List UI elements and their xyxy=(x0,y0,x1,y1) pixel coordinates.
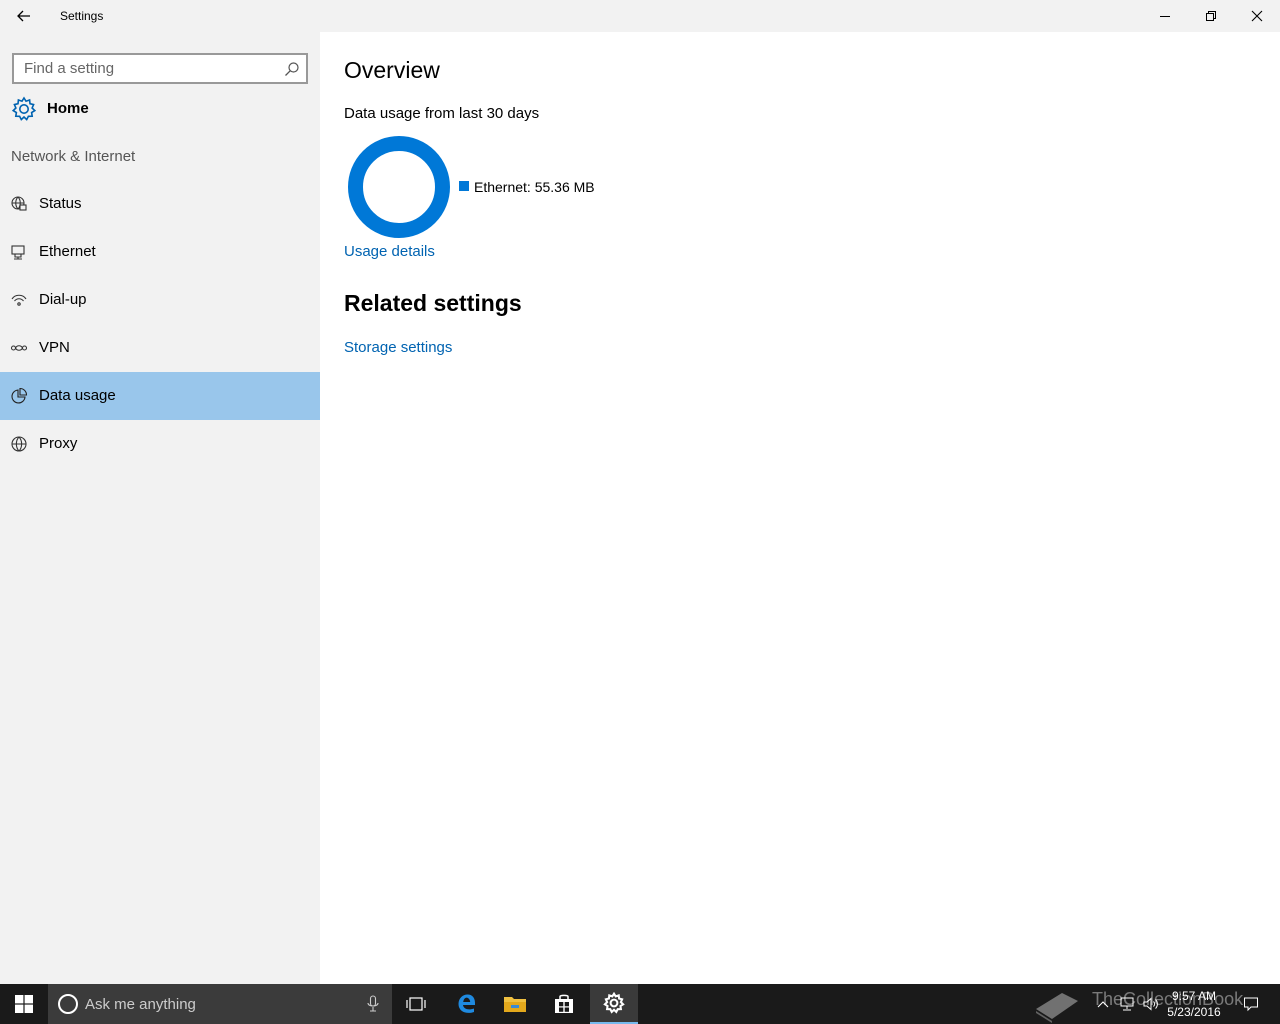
search-input[interactable] xyxy=(14,55,276,82)
sidebar-item-label: Status xyxy=(39,195,82,212)
overview-title: Overview xyxy=(344,57,440,83)
speaker-icon xyxy=(1143,997,1158,1011)
usage-details-link[interactable]: Usage details xyxy=(344,243,435,260)
restore-button[interactable] xyxy=(1188,0,1234,32)
search-icon[interactable] xyxy=(284,61,300,77)
chevron-up-icon xyxy=(1097,1001,1109,1008)
cortana-search-placeholder: Ask me anything xyxy=(85,996,196,1013)
close-icon xyxy=(1251,10,1263,22)
edge-browser-icon xyxy=(458,994,476,1013)
window-title: Settings xyxy=(60,9,104,23)
ethernet-icon xyxy=(11,245,25,260)
globe-icon xyxy=(11,436,27,452)
file-explorer-icon xyxy=(504,997,526,1012)
book-logo-icon xyxy=(1036,993,1078,1023)
clock[interactable]: 9:57 AM 5/23/2016 xyxy=(1162,988,1226,1020)
legend-label-ethernet: Ethernet: 55.36 MB xyxy=(474,179,595,195)
microphone-icon[interactable] xyxy=(366,995,380,1013)
home-link[interactable]: Home xyxy=(0,92,320,126)
sidebar-item-label: Proxy xyxy=(39,435,78,452)
sidebar-item-vpn[interactable]: VPN xyxy=(0,324,320,372)
edge-button[interactable] xyxy=(443,984,491,1024)
usage-subtitle: Data usage from last 30 days xyxy=(344,105,540,122)
sidebar: Home Network & Internet Status Ethernet xyxy=(0,32,320,984)
settings-gear-icon xyxy=(603,992,625,1014)
back-arrow-icon xyxy=(17,10,30,22)
gear-icon xyxy=(11,96,37,121)
section-title: Network & Internet xyxy=(11,148,136,165)
settings-taskbar-button[interactable] xyxy=(590,984,638,1024)
data-usage-icon xyxy=(11,387,28,404)
sidebar-item-data-usage[interactable]: Data usage xyxy=(0,372,320,420)
restore-icon xyxy=(1206,11,1216,21)
taskbar: Ask me anything TheCollectionBook 9:57 A… xyxy=(0,984,1280,1024)
vpn-icon xyxy=(10,345,28,351)
notification-icon xyxy=(1244,997,1258,1012)
file-explorer-button[interactable] xyxy=(491,984,539,1024)
sidebar-item-proxy[interactable]: Proxy xyxy=(0,420,320,468)
clock-time: 9:57 AM xyxy=(1171,989,1217,1003)
sidebar-item-label: Dial-up xyxy=(39,291,87,308)
title-bar: Settings xyxy=(0,0,1280,32)
volume-tray-button[interactable] xyxy=(1140,984,1162,1024)
sidebar-item-label: VPN xyxy=(39,339,70,356)
network-tray-button[interactable] xyxy=(1116,984,1138,1024)
sidebar-item-ethernet[interactable]: Ethernet xyxy=(0,228,320,276)
show-hidden-icons-button[interactable] xyxy=(1092,984,1114,1024)
donut-slice-ethernet xyxy=(348,136,450,238)
network-tray-icon xyxy=(1120,997,1134,1011)
store-button[interactable] xyxy=(540,984,588,1024)
task-view-button[interactable] xyxy=(392,984,440,1024)
search-box[interactable] xyxy=(12,53,308,84)
store-bag-icon xyxy=(555,994,573,1013)
sidebar-item-status[interactable]: Status xyxy=(0,180,320,228)
clock-date: 5/23/2016 xyxy=(1167,1005,1221,1019)
home-label: Home xyxy=(47,100,89,117)
start-button[interactable] xyxy=(0,984,48,1024)
related-settings-title: Related settings xyxy=(344,290,522,316)
sidebar-item-label: Data usage xyxy=(39,387,116,404)
status-icon xyxy=(11,196,27,211)
sidebar-item-dialup[interactable]: Dial-up xyxy=(0,276,320,324)
minimize-button[interactable] xyxy=(1142,0,1188,32)
sidebar-item-label: Ethernet xyxy=(39,243,96,260)
back-button[interactable] xyxy=(8,4,40,28)
data-usage-donut-chart xyxy=(348,136,450,238)
minimize-icon xyxy=(1160,16,1170,17)
storage-settings-link[interactable]: Storage settings xyxy=(344,339,452,356)
cortana-icon xyxy=(58,994,78,1014)
cortana-search-box[interactable]: Ask me anything xyxy=(48,984,392,1024)
close-button[interactable] xyxy=(1234,0,1280,32)
dialup-icon xyxy=(11,294,27,306)
action-center-button[interactable] xyxy=(1238,984,1264,1024)
task-view-icon xyxy=(406,997,426,1011)
windows-logo-icon xyxy=(15,995,33,1013)
legend-swatch-ethernet xyxy=(459,181,469,191)
